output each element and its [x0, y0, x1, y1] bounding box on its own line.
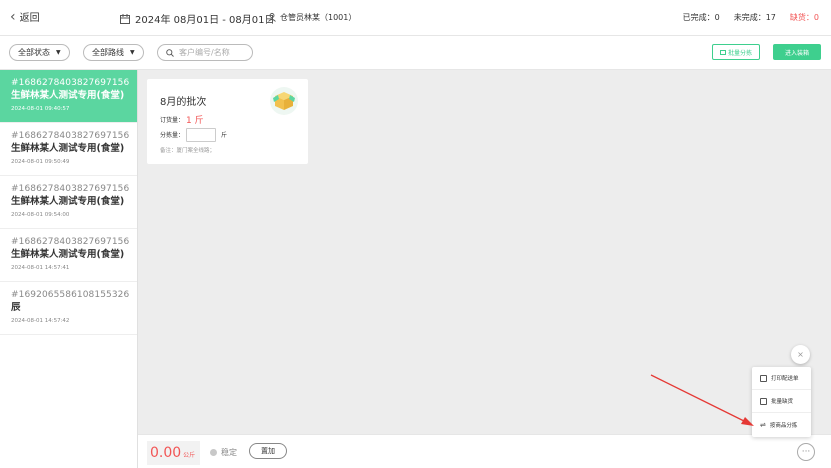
filter-bar: 全部状态 ▼ 全部路线 ▼ 批量分拣 进入装箱 — [0, 36, 831, 70]
action-menu: 打印配送单 批量缺货 ⇌ 按商品分拣 — [752, 367, 811, 437]
user-icon — [268, 13, 276, 22]
customer-time: 2024-08-01 14:57:41 — [11, 265, 70, 271]
customer-list-item[interactable]: #1686278403827697156 生鲜林某人测试专用(食堂) 2024-… — [0, 229, 137, 282]
stable-label: 稳定 — [221, 448, 237, 457]
customer-number: #1686278403827697156 — [11, 78, 130, 88]
weight-value: 0.00 — [150, 445, 182, 461]
sort-quantity-row: 分拣量： 斤 — [160, 127, 308, 142]
status-filter-label: 全部状态 — [18, 48, 50, 57]
printer-icon — [760, 374, 767, 382]
customer-list: #1686278403827697156 生鲜林某人测试专用(食堂) 2024-… — [0, 70, 138, 468]
route-filter-label: 全部路线 — [92, 48, 124, 57]
chevron-left-icon: ‹ — [10, 8, 16, 25]
operator-info: 仓管员林某（1001） — [268, 12, 356, 23]
menu-item-label: 批量缺货 — [771, 399, 794, 405]
more-options-button[interactable]: ··· — [797, 443, 815, 461]
shortage-icon — [760, 397, 767, 405]
order-quantity-label: 订货量： — [160, 117, 185, 124]
menu-item-label: 按商品分拣 — [769, 422, 798, 429]
customer-list-item[interactable]: #1686278403827697156 生鲜林某人测试专用(食堂) 2024-… — [0, 176, 137, 229]
date-range-picker[interactable]: 2024年 08月01日 - 08月01日 — [120, 11, 275, 26]
customer-time: 2024-08-01 09:40:57 — [11, 106, 70, 112]
customer-number: #1686278403827697156 — [11, 237, 130, 247]
back-label: 返回 — [19, 13, 40, 24]
order-quantity-value: 1 斤 — [186, 116, 204, 126]
customer-name: 辰 — [11, 302, 21, 313]
enter-basket-button[interactable]: 进入装箱 — [773, 44, 821, 60]
top-bar: ‹ 返回 2024年 08月01日 - 08月01日 仓管员林某（1001） 已… — [0, 0, 831, 36]
customer-list-item[interactable]: #1686278403827697156 生鲜林某人测试专用(食堂) 2024-… — [0, 70, 137, 123]
calendar-icon — [120, 13, 130, 24]
sort-quantity-unit: 斤 — [221, 132, 228, 139]
customer-time: 2024-08-01 09:50:49 — [11, 159, 70, 165]
customer-search[interactable] — [157, 44, 253, 61]
uncompleted-count: 未完成：17 — [733, 13, 776, 22]
close-icon: × — [797, 350, 804, 359]
weight-unit: 公斤 — [183, 452, 196, 459]
batch-sort-label: 批量分拣 — [727, 49, 752, 57]
customer-number: #1692065586108155326 — [11, 290, 130, 300]
route-filter-dropdown[interactable]: 全部路线 ▼ — [83, 44, 144, 61]
customer-number: #1686278403827697156 — [11, 184, 130, 194]
menu-item-batch-shortage[interactable]: 批量缺货 — [752, 390, 811, 413]
tare-button[interactable]: 置加 — [249, 443, 287, 459]
sort-quantity-input[interactable] — [186, 127, 217, 142]
menu-item-sort-by-product[interactable]: ⇌ 按商品分拣 — [752, 413, 811, 436]
customer-name: 生鲜林某人测试专用(食堂) — [11, 143, 125, 154]
swap-icon: ⇌ — [760, 420, 766, 429]
caret-down-icon: ▼ — [130, 49, 135, 56]
stable-dot-icon — [210, 449, 217, 456]
completed-count: 已完成：0 — [682, 13, 720, 22]
progress-stats: 已完成：0 未完成：17 缺货：0 — [683, 12, 819, 23]
close-menu-button[interactable]: × — [791, 345, 810, 364]
customer-name: 生鲜林某人测试专用(食堂) — [11, 90, 125, 101]
customer-list-item[interactable]: #1692065586108155326 辰 2024-08-01 14:57:… — [0, 282, 137, 335]
batch-sort-icon — [719, 49, 726, 55]
customer-time: 2024-08-01 09:54:00 — [11, 212, 70, 218]
menu-item-label: 打印配送单 — [771, 376, 799, 382]
customer-number: #1686278403827697156 — [11, 131, 130, 141]
caret-down-icon: ▼ — [56, 49, 61, 56]
operator-name: 仓管员林某（1001） — [280, 13, 357, 22]
search-input[interactable] — [179, 48, 243, 57]
search-icon — [166, 48, 174, 57]
status-filter-dropdown[interactable]: 全部状态 ▼ — [9, 44, 70, 61]
stable-indicator: 稳定 — [210, 447, 237, 458]
shortage-count: 缺货：0 — [789, 13, 819, 22]
sort-quantity-label: 分拣量： — [160, 132, 185, 139]
batch-sort-button[interactable]: 批量分拣 — [712, 44, 760, 60]
customer-name: 生鲜林某人测试专用(食堂) — [11, 249, 125, 260]
date-range-text: 2024年 08月01日 - 08月01日 — [135, 15, 275, 26]
product-remark: 备注：厦门案全线路； — [160, 148, 216, 154]
package-icon — [270, 87, 298, 115]
customer-time: 2024-08-01 14:57:42 — [11, 318, 70, 324]
customer-name: 生鲜林某人测试专用(食堂) — [11, 196, 125, 207]
back-button[interactable]: ‹ 返回 — [10, 8, 40, 25]
tare-label: 置加 — [261, 447, 275, 455]
weight-display: 0.00 公斤 — [147, 441, 200, 465]
scale-bar: 0.00 公斤 稳定 置加 ··· — [138, 434, 831, 468]
ellipsis-icon: ··· — [801, 446, 811, 457]
customer-list-item[interactable]: #1686278403827697156 生鲜林某人测试专用(食堂) 2024-… — [0, 123, 137, 176]
enter-basket-label: 进入装箱 — [784, 49, 809, 57]
menu-item-print-delivery[interactable]: 打印配送单 — [752, 367, 811, 390]
